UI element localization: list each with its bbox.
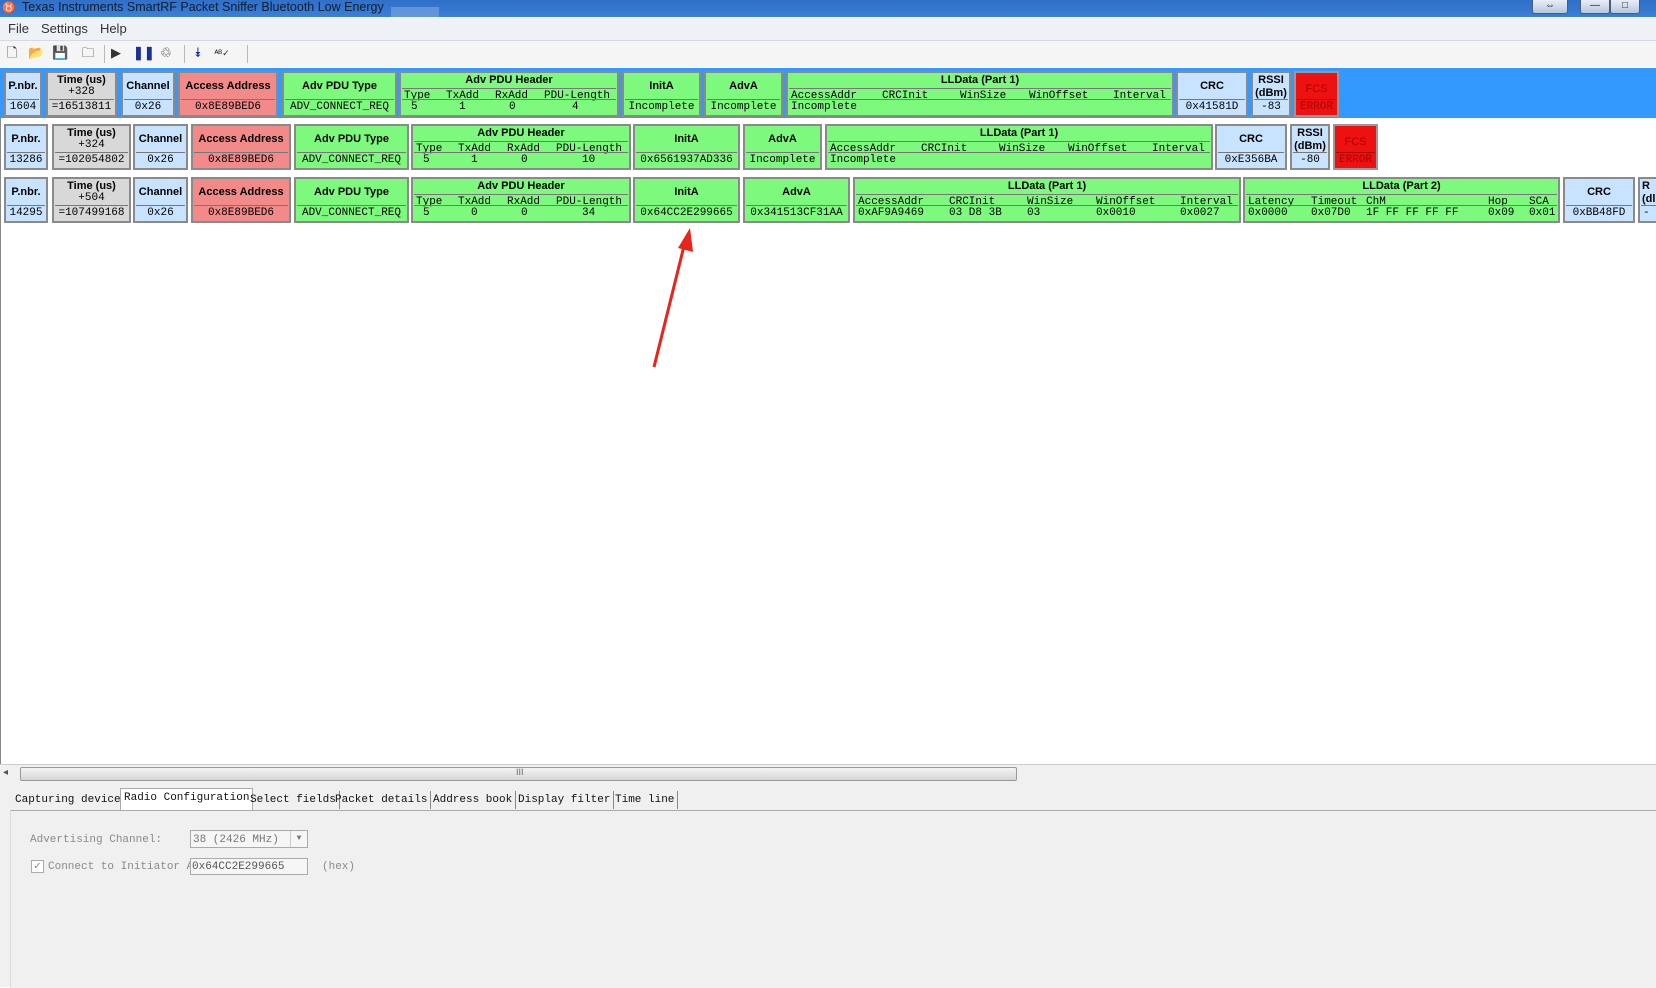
annotation-arrow-up-head <box>678 228 693 252</box>
tab-time-line[interactable]: Time line <box>612 791 679 809</box>
connect-initiator-checkbox[interactable]: ✓ <box>31 860 44 873</box>
advertising-channel-value: 38 (2426 MHz) <box>193 834 279 846</box>
scrollbar-thumb[interactable]: III <box>20 767 1017 781</box>
hex-label: (hex) <box>322 861 356 873</box>
horizontal-scrollbar[interactable]: ◂ III <box>0 764 1656 782</box>
tab-radio-configuration[interactable]: Radio Configuration <box>120 788 254 810</box>
chevron-down-icon[interactable]: ▼ <box>290 831 307 847</box>
tab-packet-details[interactable]: Packet details <box>332 791 432 809</box>
advertising-channel-label: Advertising Channel: <box>30 834 163 846</box>
connect-initiator-label: Connect to Initiator Add <box>48 861 207 873</box>
scrollbar-grip: III <box>516 767 524 777</box>
tab-address-book[interactable]: Address book <box>430 791 517 809</box>
tab-capturing-device[interactable]: Capturing device <box>12 791 125 809</box>
tab-select-fields[interactable]: Select fields <box>247 791 340 809</box>
tab-display-filter[interactable]: Display filter <box>515 791 615 809</box>
annotation-arrow-up <box>652 241 687 368</box>
scroll-left-icon[interactable]: ◂ <box>3 767 8 778</box>
advertising-channel-select[interactable]: 38 (2426 MHz) ▼ <box>190 830 308 848</box>
initiator-address-input[interactable]: 0x64CC2E299665 <box>190 858 308 875</box>
